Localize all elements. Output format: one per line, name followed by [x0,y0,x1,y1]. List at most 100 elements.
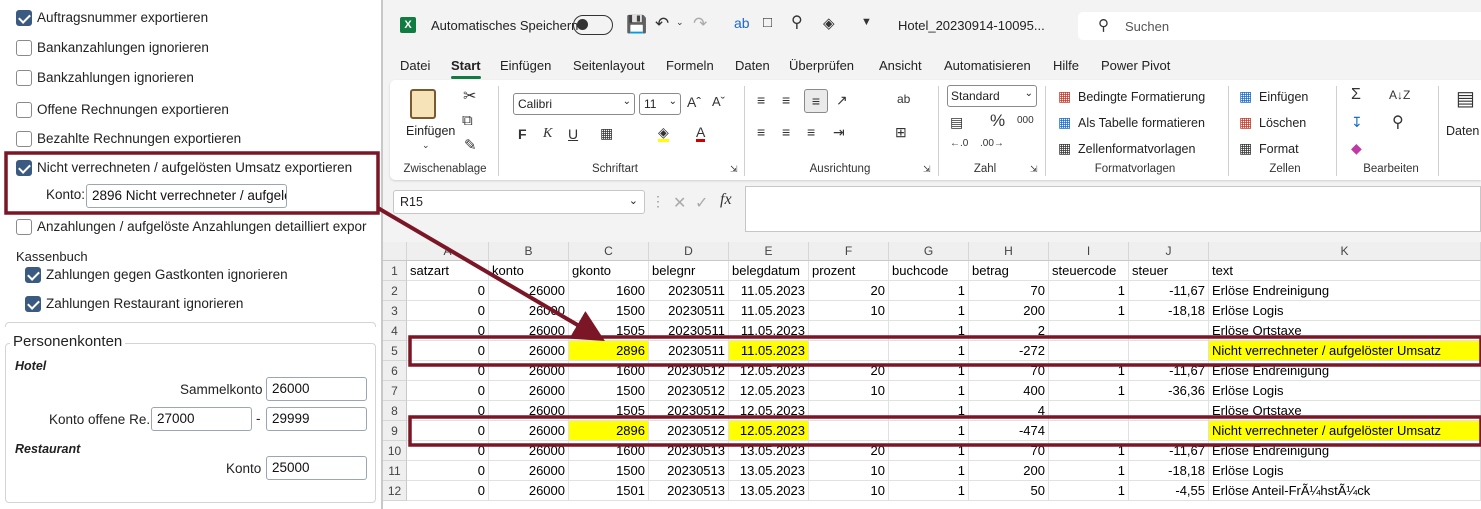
cell-b10[interactable]: 26000 [489,441,569,461]
konto-offene-from-input[interactable]: 27000 [151,407,252,431]
cell-h3[interactable]: 200 [969,301,1049,321]
cell-c8[interactable]: 1505 [569,401,649,421]
konto-offene-to-input[interactable]: 29999 [266,407,367,431]
cell-a2[interactable]: 0 [407,281,489,301]
cell-styles-icon[interactable]: ▦ [1058,140,1071,157]
cell-e7[interactable]: 12.05.2023 [729,381,809,401]
cell-d2[interactable]: 20230511 [649,281,729,301]
format-as-table-button[interactable]: Als Tabelle formatieren [1078,116,1205,130]
cell-g9[interactable]: 1 [889,421,969,441]
redo-icon[interactable]: ↷ [693,14,707,34]
cell-h10[interactable]: 70 [969,441,1049,461]
cell-a7[interactable]: 0 [407,381,489,401]
column-header[interactable]: H [969,242,1049,261]
fill-color-qat-icon[interactable]: ◈ [823,14,835,32]
name-box[interactable]: R15 ⌄ [393,190,645,214]
checkbox[interactable] [16,40,32,56]
fill-color-icon[interactable]: ◈ [658,125,669,142]
cell-f3[interactable]: 10 [809,301,889,321]
checkbox[interactable] [16,102,32,118]
cell-f12[interactable]: 10 [809,481,889,501]
search-box[interactable]: ⚲ Suchen [1078,12,1481,40]
column-header[interactable]: I [1049,242,1129,261]
cell-c2[interactable]: 1600 [569,281,649,301]
cell-a4[interactable]: 0 [407,321,489,341]
spelling-icon[interactable]: ab [734,15,750,31]
data-analysis-label[interactable]: Daten [1446,124,1479,138]
cell-c7[interactable]: 1500 [569,381,649,401]
cell-i6[interactable]: 1 [1049,361,1129,381]
delete-cells-icon[interactable]: ▦ [1239,114,1252,131]
row-header[interactable]: 11 [383,461,407,481]
row-header[interactable]: 12 [383,481,407,501]
column-header[interactable]: F [809,242,889,261]
cell-k10[interactable]: Erlöse Endreinigung [1209,441,1481,461]
cell-g11[interactable]: 1 [889,461,969,481]
checkbox-label[interactable]: Nicht verrechneten / aufgelösten Umsatz … [37,160,352,175]
merge-icon[interactable]: ⊞ [895,124,907,141]
number-format-select[interactable]: Standard ⌄ [947,85,1037,107]
cell-e11[interactable]: 13.05.2023 [729,461,809,481]
cell-f5[interactable] [809,341,889,361]
cell-k7[interactable]: Erlöse Logis [1209,381,1481,401]
cell-j6[interactable]: -11,67 [1129,361,1209,381]
cell-c10[interactable]: 1600 [569,441,649,461]
cell-e10[interactable]: 13.05.2023 [729,441,809,461]
row-header[interactable]: 10 [383,441,407,461]
cell-c6[interactable]: 1600 [569,361,649,381]
row-header[interactable]: 8 [383,401,407,421]
align-top-icon[interactable]: ≡ [757,92,765,108]
tab-formeln[interactable]: Formeln [666,58,714,73]
undo-dropdown-icon[interactable]: ⌄ [676,17,684,28]
cell-i5[interactable] [1049,341,1129,361]
cell-b11[interactable]: 26000 [489,461,569,481]
cell-f7[interactable]: 10 [809,381,889,401]
font-color-icon[interactable]: A [696,125,706,142]
align-right-icon[interactable]: ≡ [807,124,815,140]
cell-j2[interactable]: -11,67 [1129,281,1209,301]
font-size-select[interactable]: 11 ⌄ [639,93,681,115]
cell-e9[interactable]: 12.05.2023 [729,421,809,441]
cell-i8[interactable] [1049,401,1129,421]
checkbox[interactable] [16,160,32,176]
cell-j4[interactable] [1129,321,1209,341]
cell-b5[interactable]: 26000 [489,341,569,361]
column-header[interactable]: B [489,242,569,261]
cell-a10[interactable]: 0 [407,441,489,461]
cell-k3[interactable]: Erlöse Logis [1209,301,1481,321]
cell-f2[interactable]: 20 [809,281,889,301]
cell-d6[interactable]: 20230512 [649,361,729,381]
format-as-table-icon[interactable]: ▦ [1058,114,1071,131]
sammelkonto-input[interactable]: 26000 [266,377,367,401]
cell-a11[interactable]: 0 [407,461,489,481]
undo-icon[interactable]: ↶ [655,14,669,34]
tab-power-pivot[interactable]: Power Pivot [1101,58,1170,73]
restaurant-konto-input[interactable]: 25000 [266,456,367,480]
align-bottom-icon[interactable]: ≡ [804,89,828,113]
cell-d12[interactable]: 20230513 [649,481,729,501]
cell-i10[interactable]: 1 [1049,441,1129,461]
font-name-select[interactable]: Calibri ⌄ [513,93,635,115]
cell-i9[interactable] [1049,421,1129,441]
row-header[interactable]: 1 [383,261,407,281]
row-header[interactable]: 7 [383,381,407,401]
clear-icon[interactable]: ◆ [1351,140,1362,157]
tab--berpr-fen[interactable]: Überprüfen [789,58,854,73]
align-center-icon[interactable]: ≡ [782,124,790,140]
cell-c4[interactable]: 1505 [569,321,649,341]
cell-g1[interactable]: buchcode [889,261,969,281]
italic-icon[interactable]: K [543,126,552,142]
currency-icon[interactable]: ▤ [950,114,963,131]
customize-qat-icon[interactable]: ▼ [861,16,872,28]
cell-h1[interactable]: betrag [969,261,1049,281]
checkbox[interactable] [16,131,32,147]
cell-a3[interactable]: 0 [407,301,489,321]
cell-d8[interactable]: 20230512 [649,401,729,421]
tab-datei[interactable]: Datei [400,58,430,73]
cell-g2[interactable]: 1 [889,281,969,301]
format-cells-icon[interactable]: ▦ [1239,140,1252,157]
cell-j10[interactable]: -11,67 [1129,441,1209,461]
konto-input[interactable]: 2896 Nicht verrechneter / aufgelöst [86,184,287,208]
cell-e2[interactable]: 11.05.2023 [729,281,809,301]
cut-icon[interactable]: ✂ [463,86,476,106]
